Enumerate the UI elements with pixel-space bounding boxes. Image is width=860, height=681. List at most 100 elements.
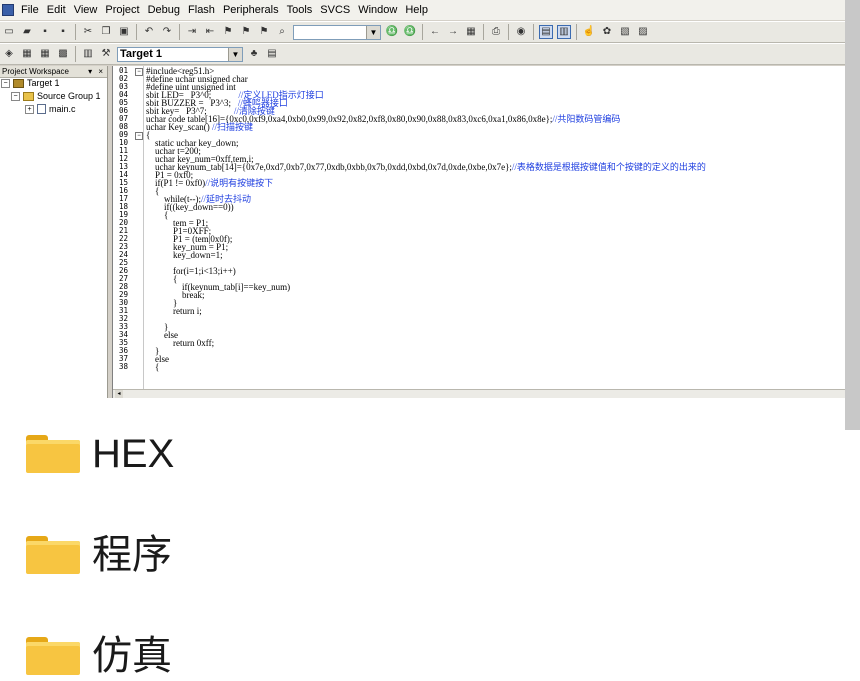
toolbar-separator xyxy=(483,24,484,40)
folder-label: 程序 xyxy=(92,533,172,577)
tree-item-label: Target 1 xyxy=(27,78,60,88)
target-options-icon[interactable]: ⚒ xyxy=(99,47,113,61)
folder-icon xyxy=(26,536,80,574)
open-folder-icon[interactable]: ▰ xyxy=(20,25,34,39)
file-toolbar: ▭ ▰ ▪ ▪ ✂ ❐ ▣ ↶ ↷ ⇥ ⇤ ⚑ ⚑ ⚑ ⌕ ▼ ♎ ♎ ← → … xyxy=(0,21,845,43)
chevron-down-icon[interactable]: ▼ xyxy=(366,25,380,39)
target-select-value: Target 1 xyxy=(120,47,162,60)
folder-hex[interactable]: HEX xyxy=(26,432,174,476)
menu-debug[interactable]: Debug xyxy=(144,0,184,20)
code-text: key_down=1; xyxy=(146,250,223,260)
find-combo[interactable]: ▼ xyxy=(293,24,381,40)
app-icon xyxy=(2,4,14,16)
target-select[interactable]: Target 1 ▼ xyxy=(117,46,243,62)
menu-project[interactable]: Project xyxy=(101,0,143,20)
fold-toggle-icon[interactable]: − xyxy=(135,132,143,140)
scroll-left-icon[interactable]: ◂ xyxy=(115,390,123,398)
code-area[interactable]: #include<reg51.h> #define uchar unsigned … xyxy=(144,66,845,398)
menu-tools[interactable]: Tools xyxy=(283,0,317,20)
menu-help[interactable]: Help xyxy=(401,0,432,20)
bookmark-icon[interactable]: ⚑ xyxy=(221,25,235,39)
collapse-icon[interactable]: − xyxy=(11,91,20,101)
menu-file[interactable]: File xyxy=(17,0,43,20)
tree-item-file[interactable]: + main.c xyxy=(25,104,76,114)
translate-icon[interactable]: ◈ xyxy=(2,47,16,61)
folder-simulation[interactable]: 仿真 xyxy=(26,634,172,678)
target-icon xyxy=(13,78,24,88)
hand-icon[interactable]: ☝ xyxy=(582,25,596,39)
indent-icon[interactable]: ⇥ xyxy=(185,25,199,39)
print-icon[interactable]: ⎙ xyxy=(489,25,503,39)
paste-icon[interactable]: ▣ xyxy=(117,25,131,39)
build-icon[interactable]: ▦ xyxy=(20,47,34,61)
copy-icon[interactable]: ❐ xyxy=(99,25,113,39)
menu-flash[interactable]: Flash xyxy=(184,0,219,20)
bookmark-prev-icon[interactable]: ⚑ xyxy=(239,25,253,39)
folder-label: 仿真 xyxy=(92,634,172,678)
undo-icon[interactable]: ↶ xyxy=(142,25,156,39)
background-strip xyxy=(845,0,860,430)
binoculars-icon[interactable]: ♎ xyxy=(385,25,399,39)
horizontal-scrollbar[interactable]: ◂ xyxy=(113,389,845,398)
line-number-gutter: 01−02 03 04 05 06 07 08 09−10 11 12 13 14 15 16 17 18 19… xyxy=(113,66,144,398)
toolbar-separator xyxy=(508,24,509,40)
code-text: { xyxy=(146,362,160,372)
menu-peripherals[interactable]: Peripherals xyxy=(219,0,283,20)
folder-icon xyxy=(26,435,80,473)
workspace-toggle-icon[interactable]: ▤ xyxy=(539,25,553,39)
component-icon[interactable]: ✿ xyxy=(600,25,614,39)
folder-icon xyxy=(26,637,80,675)
bookmark-next-icon[interactable]: ⚑ xyxy=(257,25,271,39)
tree-item-target[interactable]: − Target 1 xyxy=(1,78,60,88)
fold-toggle-icon[interactable]: − xyxy=(135,68,143,76)
nav-back-icon[interactable]: ← xyxy=(428,25,442,39)
menu-window[interactable]: Window xyxy=(354,0,401,20)
browse-icon[interactable]: ▦ xyxy=(464,25,478,39)
menu-svcs[interactable]: SVCS xyxy=(316,0,354,20)
new-file-icon[interactable]: ▭ xyxy=(2,25,16,39)
chevron-down-icon[interactable]: ▼ xyxy=(228,47,242,61)
folder-program[interactable]: 程序 xyxy=(26,533,172,577)
code-comment: //说明有按键按下 xyxy=(205,178,274,188)
menu-edit[interactable]: Edit xyxy=(43,0,70,20)
menu-bar: File Edit View Project Debug Flash Perip… xyxy=(0,0,845,20)
debug-start-icon[interactable]: ◉ xyxy=(514,25,528,39)
redo-icon[interactable]: ↷ xyxy=(160,25,174,39)
code-line[interactable]: if(P1 != 0xf0)//说明有按键按下 xyxy=(146,178,274,188)
unindent-icon[interactable]: ⇤ xyxy=(203,25,217,39)
build-toolbar: ◈ ▦ ▦ ▩ ▥ ⚒ Target 1 ▼ ♣ ▤ xyxy=(0,43,845,65)
find-in-files-icon[interactable]: ♎ xyxy=(403,25,417,39)
code-line[interactable]: return i; xyxy=(146,307,202,316)
output-window-icon[interactable]: ▥ xyxy=(557,25,571,39)
code-line[interactable]: uchar Key_scan() //扫描按键 xyxy=(146,122,253,132)
toolbar-separator xyxy=(533,24,534,40)
menu-view[interactable]: View xyxy=(70,0,102,20)
stop-build-icon[interactable]: ▩ xyxy=(56,47,70,61)
tree-item-label: main.c xyxy=(49,104,76,114)
code-text: uchar keynum_tab[14]={0x7e,0xd7,0xb7,0x7… xyxy=(146,162,512,172)
expand-icon[interactable]: + xyxy=(25,104,34,114)
manage-components-icon[interactable]: ♣ xyxy=(247,47,261,61)
toolbar-separator xyxy=(136,24,137,40)
collapse-icon[interactable]: − xyxy=(1,78,10,88)
code-line[interactable]: { xyxy=(146,362,160,372)
code-line[interactable]: uchar keynum_tab[14]={0x7e,0xd7,0xb7,0x7… xyxy=(146,162,706,172)
window-icon[interactable]: ▨ xyxy=(636,25,650,39)
tree-item-source-group[interactable]: − Source Group 1 xyxy=(11,91,101,101)
books-icon[interactable]: ▤ xyxy=(265,47,279,61)
config-icon[interactable]: ▧ xyxy=(618,25,632,39)
find-icon[interactable]: ⌕ xyxy=(275,25,289,39)
rebuild-icon[interactable]: ▦ xyxy=(38,47,52,61)
nav-forward-icon[interactable]: → xyxy=(446,25,460,39)
code-text: uchar Key_scan() xyxy=(146,122,212,132)
download-icon[interactable]: ▥ xyxy=(81,47,95,61)
cut-icon[interactable]: ✂ xyxy=(81,25,95,39)
code-line[interactable]: key_down=1; xyxy=(146,250,223,260)
project-workspace: Project Workspace ▾ × − Target 1 − Sourc… xyxy=(0,66,108,398)
workspace-controls[interactable]: ▾ × xyxy=(88,67,105,76)
toolbar-separator xyxy=(75,24,76,40)
ide-window: File Edit View Project Debug Flash Perip… xyxy=(0,0,845,398)
code-editor[interactable]: 01−02 03 04 05 06 07 08 09−10 11 12 13 14 15 16 17 18 19… xyxy=(112,66,845,398)
save-all-icon[interactable]: ▪ xyxy=(56,25,70,39)
save-icon[interactable]: ▪ xyxy=(38,25,52,39)
